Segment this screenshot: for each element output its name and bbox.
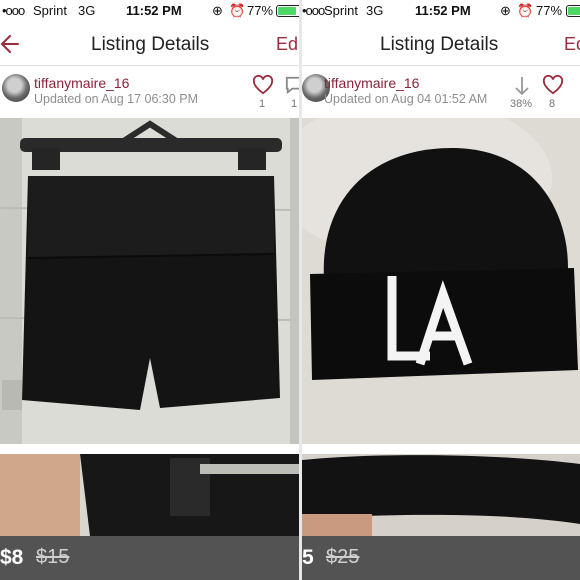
like-count: 1 bbox=[259, 98, 266, 110]
price-drop-arrow-icon bbox=[515, 77, 529, 96]
carrier-name: Sprint bbox=[324, 3, 358, 18]
battery-percent: 77% bbox=[247, 3, 274, 18]
rotation-lock-icon: ⊕ bbox=[212, 3, 223, 18]
battery-icon bbox=[276, 5, 299, 17]
clock: 11:52 PM bbox=[126, 3, 182, 18]
current-price: 5 bbox=[302, 546, 314, 569]
signal-strength: •ooo bbox=[302, 3, 325, 18]
shorts-detail-image bbox=[0, 454, 299, 536]
alarm-icon: ⏰ bbox=[517, 3, 534, 18]
listing-header: tiffanymaire_16 Updated on Aug 04 01:52 … bbox=[302, 66, 580, 118]
photo-gap bbox=[0, 444, 299, 454]
listing-panel-left: •ooo Sprint 3G 11:52 PM ⊕ ⏰ 77% Listing … bbox=[0, 0, 299, 580]
battery-percent: 77% bbox=[536, 3, 563, 18]
original-price: $25 bbox=[326, 546, 360, 568]
updated-timestamp: Updated on Aug 04 01:52 AM bbox=[324, 92, 488, 106]
current-price: $8 bbox=[0, 546, 24, 569]
status-bar: •ooo Sprint 3G 11:52 PM ⊕ ⏰ 77% bbox=[0, 0, 299, 22]
beanie-photo-image bbox=[302, 118, 580, 444]
page-title: Listing Details bbox=[91, 34, 210, 55]
heart-icon[interactable] bbox=[252, 75, 274, 95]
shorts-photo-image bbox=[0, 118, 299, 444]
battery-icon bbox=[566, 5, 580, 17]
heart-icon[interactable] bbox=[542, 75, 564, 95]
clock: 11:52 PM bbox=[415, 3, 471, 18]
listing-panel-right: •ooo Sprint 3G 11:52 PM ⊕ ⏰ 77% Listing … bbox=[302, 0, 580, 580]
listing-header: tiffanymaire_16 Updated on Aug 17 06:30 … bbox=[0, 66, 299, 118]
avatar[interactable] bbox=[2, 74, 30, 102]
rotation-lock-icon: ⊕ bbox=[500, 3, 511, 18]
listing-photo-beanie-detail[interactable] bbox=[302, 454, 580, 536]
edit-button[interactable]: Edi bbox=[276, 34, 299, 55]
comment-count: 1 bbox=[291, 98, 298, 110]
price-bar: $8 $15 bbox=[0, 536, 299, 580]
navigation-bar: Listing Details Ed bbox=[302, 22, 580, 66]
carrier-name: Sprint bbox=[33, 3, 67, 18]
price-bar: 5 $25 bbox=[302, 536, 580, 580]
back-arrow-icon[interactable] bbox=[0, 32, 22, 56]
page-title: Listing Details bbox=[380, 34, 499, 55]
like-count: 8 bbox=[549, 98, 556, 110]
comment-icon[interactable] bbox=[284, 75, 299, 95]
photo-gap bbox=[302, 444, 580, 454]
network-type: 3G bbox=[78, 3, 96, 18]
original-price: $15 bbox=[36, 546, 70, 568]
price-drop-percent: 38% bbox=[510, 98, 533, 110]
seller-username[interactable]: tiffanymaire_16 bbox=[324, 75, 419, 91]
alarm-icon: ⏰ bbox=[229, 3, 246, 18]
listing-photo-shorts[interactable] bbox=[0, 118, 299, 444]
beanie-detail-image bbox=[302, 454, 580, 536]
listing-photo-shorts-detail[interactable] bbox=[0, 454, 299, 536]
listing-photo-beanie[interactable] bbox=[302, 118, 580, 444]
navigation-bar: Listing Details Edi bbox=[0, 22, 299, 66]
network-type: 3G bbox=[366, 3, 384, 18]
edit-button[interactable]: Ed bbox=[564, 34, 580, 55]
signal-strength: •ooo bbox=[2, 3, 25, 18]
status-bar: •ooo Sprint 3G 11:52 PM ⊕ ⏰ 77% bbox=[302, 0, 580, 22]
updated-timestamp: Updated on Aug 17 06:30 PM bbox=[34, 92, 199, 106]
seller-username[interactable]: tiffanymaire_16 bbox=[34, 75, 129, 91]
